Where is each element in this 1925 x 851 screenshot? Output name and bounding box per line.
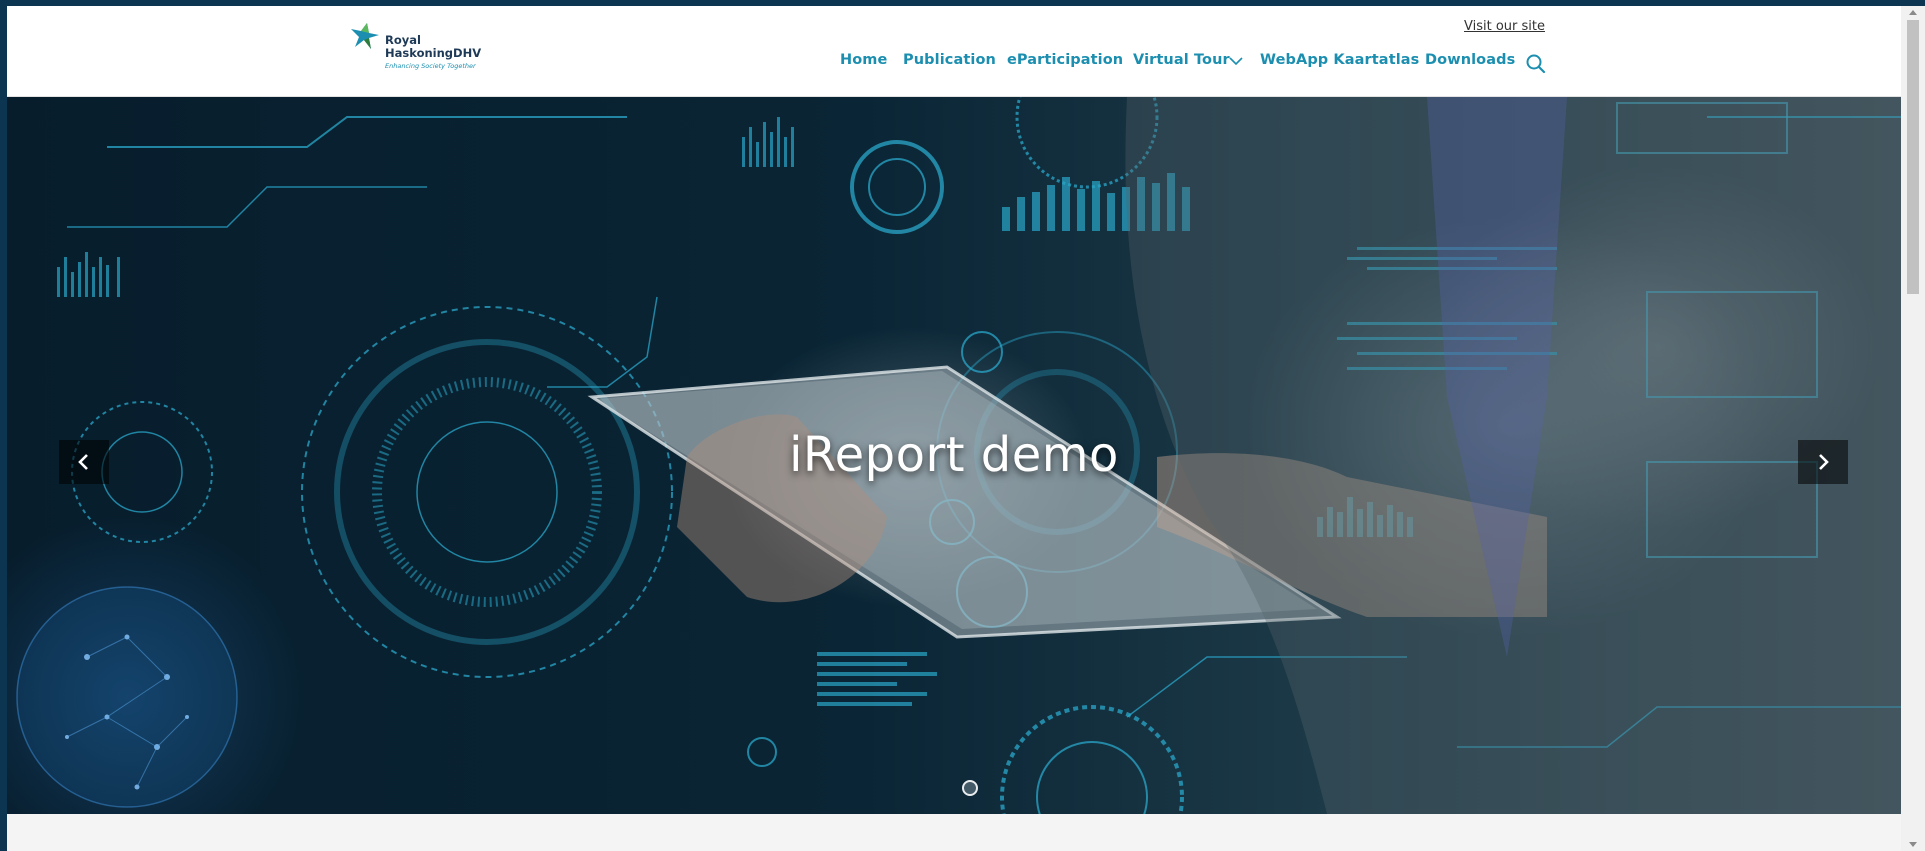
vertical-scrollbar[interactable] (1901, 6, 1925, 851)
chevron-left-icon (78, 454, 88, 470)
site-header: Royal HaskoningDHV Enhancing Society Tog… (7, 6, 1901, 97)
nav-publication[interactable]: Publication (903, 52, 996, 68)
scroll-down-arrow-icon[interactable] (1909, 842, 1917, 847)
chevron-down-icon[interactable] (1228, 55, 1244, 67)
scrollbar-thumb[interactable] (1907, 20, 1919, 294)
browser-viewport: Royal HaskoningDHV Enhancing Society Tog… (7, 6, 1925, 851)
nav-home[interactable]: Home (840, 52, 887, 68)
page-content-start (7, 814, 1901, 851)
chevron-right-icon (1819, 454, 1829, 470)
carousel-prev-button[interactable] (59, 440, 109, 484)
hero-carousel: iReport demo (7, 97, 1901, 814)
nav-eparticipation[interactable]: eParticipation (1007, 52, 1123, 68)
logo-line-2: HaskoningDHV (385, 46, 482, 60)
visit-our-site-link[interactable]: Visit our site (1464, 19, 1545, 34)
logo-tagline: Enhancing Society Together (385, 62, 476, 70)
carousel-dot-active[interactable] (962, 780, 978, 796)
nav-virtual-tour[interactable]: Virtual Tour (1133, 52, 1230, 68)
star-logo-icon (351, 23, 379, 49)
carousel-next-button[interactable] (1798, 440, 1848, 484)
search-icon[interactable] (1525, 53, 1547, 75)
scroll-up-arrow-icon[interactable] (1909, 10, 1917, 15)
nav-webapp-kaartatlas[interactable]: WebApp Kaartatlas (1260, 52, 1419, 68)
nav-downloads[interactable]: Downloads (1425, 52, 1515, 68)
hero-title: iReport demo (789, 427, 1119, 483)
royal-haskoningdhv-logo[interactable]: Royal HaskoningDHV Enhancing Society Tog… (347, 23, 487, 79)
